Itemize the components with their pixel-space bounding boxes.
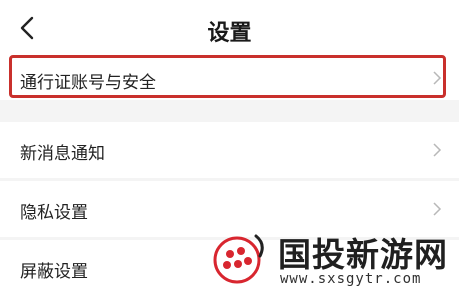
settings-item-label: 屏蔽设置	[20, 262, 88, 282]
settings-item-label: 新消息通知	[20, 144, 105, 164]
watermark-url: www.sxsgytr.com	[280, 271, 422, 287]
settings-item-label: 隐私设置	[20, 203, 88, 223]
highlight-box	[9, 55, 446, 98]
header-bar: 设置	[0, 0, 459, 60]
page-title: 设置	[207, 21, 252, 46]
chevron-right-icon	[433, 143, 442, 157]
watermark-logo-icon	[213, 234, 264, 284]
chevron-right-icon	[433, 202, 442, 216]
watermark-name: 国投新游网	[278, 235, 448, 274]
section-divider	[0, 100, 459, 122]
settings-item-notifications[interactable]: 新消息通知	[0, 122, 459, 178]
